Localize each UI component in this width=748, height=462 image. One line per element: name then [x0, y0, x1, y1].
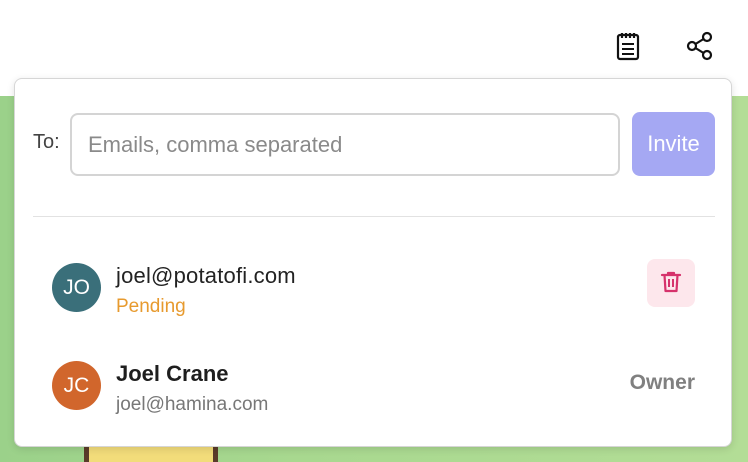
member-row-pending: JO joel@potatofi.com Pending: [15, 249, 731, 321]
role-label: Owner: [629, 371, 695, 394]
divider: [33, 216, 715, 217]
member-email: joel@potatofi.com: [116, 263, 296, 288]
clipboard-icon[interactable]: [612, 30, 644, 62]
member-row-owner: JC Joel Crane joel@hamina.com Owner: [15, 347, 731, 419]
member-email: joel@hamina.com: [116, 394, 269, 415]
trash-icon: [660, 270, 682, 297]
delete-invite-button[interactable]: [647, 259, 695, 307]
avatar: JO: [52, 263, 101, 312]
to-label: To:: [33, 131, 60, 153]
member-name: Joel Crane: [116, 361, 229, 386]
email-input[interactable]: [70, 113, 620, 176]
invite-button[interactable]: Invite: [632, 112, 715, 176]
share-icon[interactable]: [684, 30, 716, 62]
share-popover: To: Invite JO joel@potatofi.com Pending …: [14, 78, 732, 447]
status-pending: Pending: [116, 296, 186, 317]
avatar: JC: [52, 361, 101, 410]
